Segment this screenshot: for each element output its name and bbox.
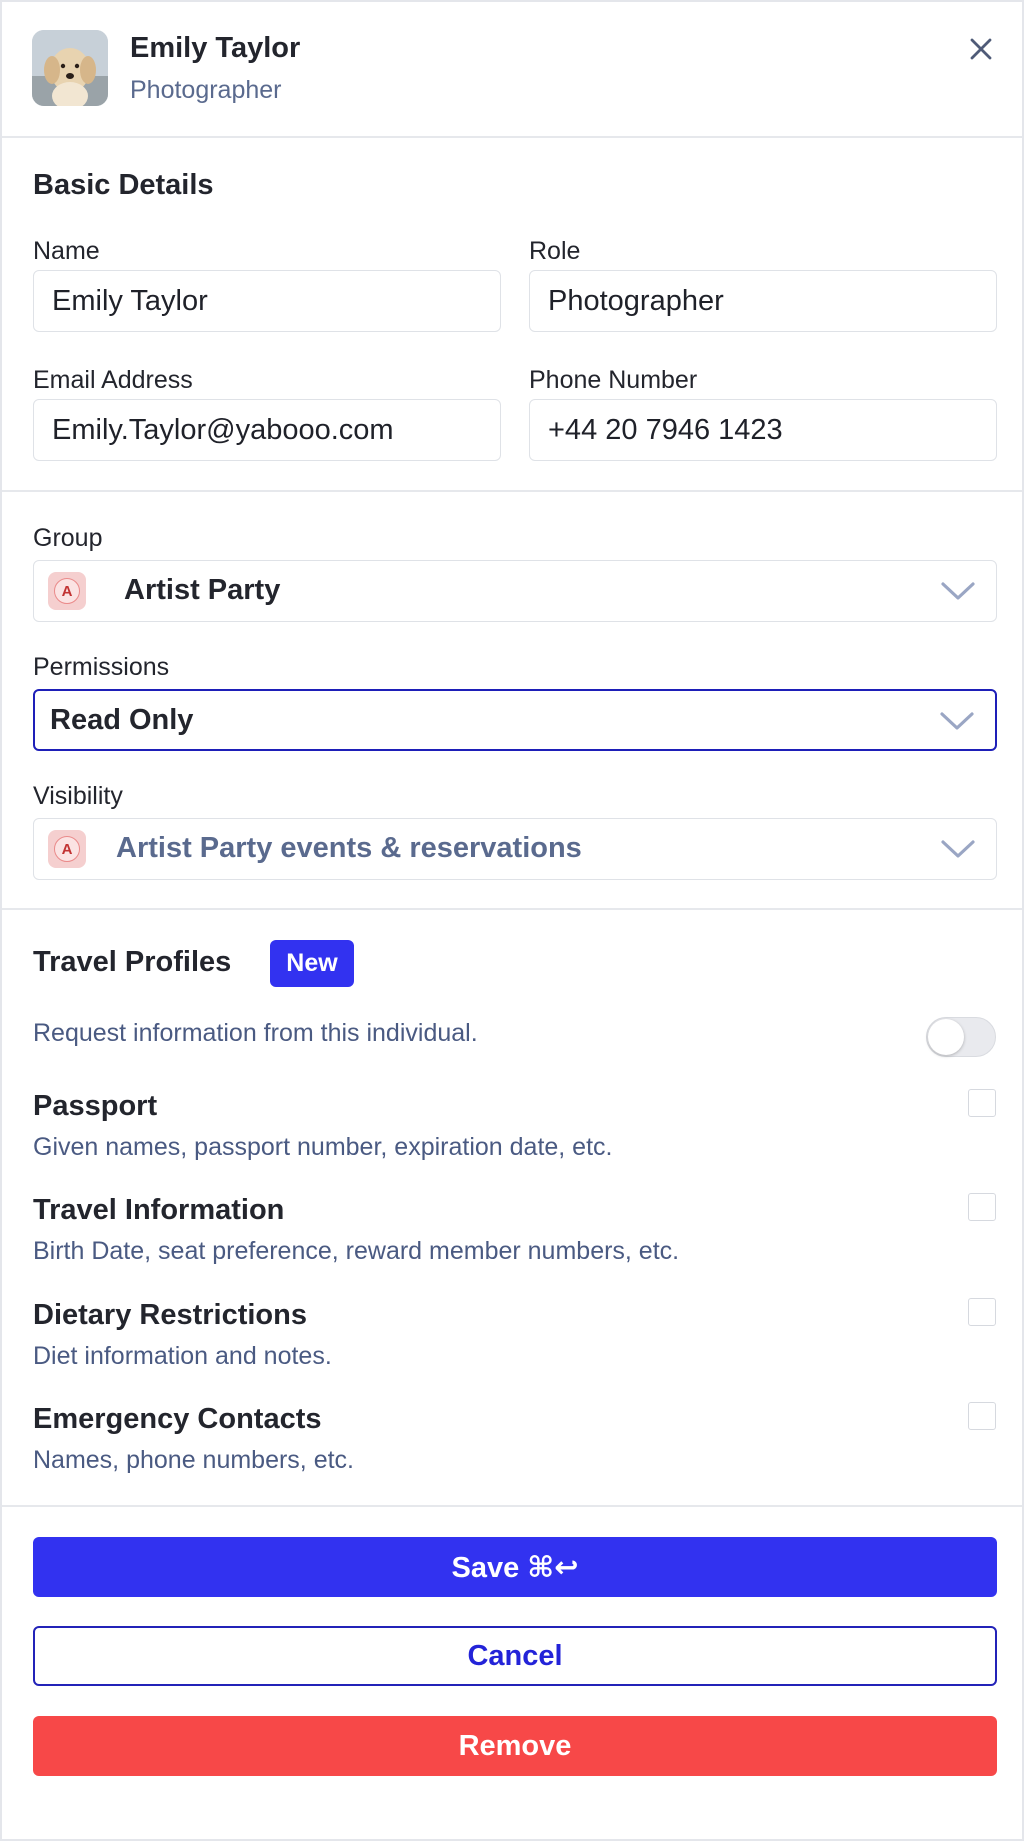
chevron-down-icon [941, 840, 975, 858]
name-label: Name [33, 237, 100, 265]
avatar-dog-image [32, 30, 108, 106]
group-badge-icon: A [48, 572, 86, 610]
request-info-text: Request information from this individual… [33, 1019, 478, 1047]
dietary-restrictions-title: Dietary Restrictions [33, 1299, 307, 1331]
permissions-select-value: Read Only [50, 704, 194, 736]
new-badge: New [270, 940, 354, 987]
emergency-contacts-checkbox[interactable] [968, 1402, 996, 1430]
group-label: Group [33, 524, 103, 552]
visibility-badge-letter: A [54, 836, 80, 862]
group-badge-letter: A [54, 578, 80, 604]
visibility-select-value: Artist Party events & reservations [116, 832, 582, 864]
dietary-restrictions-desc: Diet information and notes. [33, 1342, 332, 1370]
close-button[interactable] [962, 30, 1000, 68]
close-icon [970, 38, 992, 60]
email-field[interactable] [33, 399, 501, 461]
travel-information-desc: Birth Date, seat preference, reward memb… [33, 1237, 680, 1265]
visibility-badge-icon: A [48, 830, 86, 868]
emergency-contacts-desc: Names, phone numbers, etc. [33, 1446, 354, 1474]
toggle-knob [928, 1019, 964, 1055]
emergency-contacts-title: Emergency Contacts [33, 1403, 322, 1435]
travel-profiles-title: Travel Profiles [33, 946, 232, 978]
email-input[interactable] [52, 413, 500, 447]
name-input[interactable] [52, 284, 500, 318]
dietary-restrictions-checkbox[interactable] [968, 1298, 996, 1326]
permissions-label: Permissions [33, 653, 170, 681]
visibility-label: Visibility [33, 782, 123, 810]
divider [2, 490, 1022, 492]
edit-member-panel: Emily Taylor Photographer Basic Details … [0, 0, 1024, 1841]
group-select[interactable]: A Artist Party [33, 560, 997, 622]
group-select-value: Artist Party [124, 574, 281, 606]
remove-button[interactable]: Remove [33, 1716, 997, 1776]
travel-information-title: Travel Information [33, 1194, 285, 1226]
basic-details-title: Basic Details [33, 169, 214, 201]
divider [2, 1505, 1022, 1507]
passport-desc: Given names, passport number, expiration… [33, 1133, 613, 1161]
phone-field[interactable] [529, 399, 997, 461]
visibility-select[interactable]: A Artist Party events & reservations [33, 818, 997, 880]
header-role: Photographer [130, 76, 282, 104]
passport-checkbox[interactable] [968, 1089, 996, 1117]
travel-information-checkbox[interactable] [968, 1193, 996, 1221]
request-info-toggle[interactable] [926, 1017, 996, 1057]
name-field[interactable] [33, 270, 501, 332]
cancel-button[interactable]: Cancel [33, 1626, 997, 1686]
divider [2, 908, 1022, 910]
email-label: Email Address [33, 366, 193, 394]
permissions-select[interactable]: Read Only [33, 689, 997, 751]
header-name: Emily Taylor [130, 32, 301, 64]
chevron-down-icon [940, 712, 974, 730]
avatar [32, 30, 108, 106]
phone-label: Phone Number [529, 366, 698, 394]
chevron-down-icon [941, 582, 975, 600]
save-button[interactable]: Save ⌘↩ [33, 1537, 997, 1597]
panel-header: Emily Taylor Photographer [2, 2, 1022, 138]
role-input[interactable] [548, 284, 996, 318]
passport-title: Passport [33, 1090, 158, 1122]
role-field[interactable] [529, 270, 997, 332]
role-label: Role [529, 237, 581, 265]
phone-input[interactable] [548, 413, 996, 447]
